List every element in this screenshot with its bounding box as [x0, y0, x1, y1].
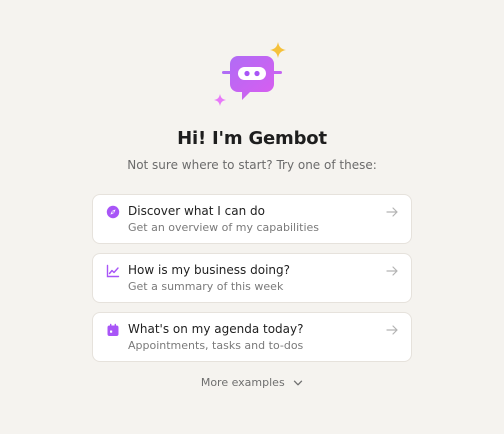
more-examples-button[interactable]: More examples [0, 376, 504, 389]
suggestion-card-agenda[interactable]: What's on my agenda today? Appointments,… [92, 312, 412, 362]
arrow-right-icon [386, 266, 398, 276]
suggestion-card-discover[interactable]: Discover what I can do Get an overview o… [92, 194, 412, 244]
page-subtitle: Not sure where to start? Try one of thes… [127, 158, 377, 172]
gembot-logo-icon [214, 42, 286, 106]
sparkle-icon [214, 94, 226, 106]
suggestion-card-business[interactable]: How is my business doing? Get a summary … [92, 253, 412, 303]
suggestion-description: Get a summary of this week [128, 280, 284, 293]
arrow-right-icon [386, 207, 398, 217]
suggestion-title: How is my business doing? [128, 263, 290, 277]
suggestion-description: Get an overview of my capabilities [128, 221, 320, 234]
chart-line-icon [106, 264, 120, 278]
calendar-icon [107, 323, 119, 336]
suggestion-title: What's on my agenda today? [128, 322, 304, 336]
welcome-screen: Hi! I'm Gembot Not sure where to start? … [0, 0, 504, 434]
page-title: Hi! I'm Gembot [177, 128, 327, 149]
chevron-down-icon [294, 380, 303, 386]
compass-icon [106, 205, 120, 219]
arrow-right-icon [386, 325, 398, 335]
suggestion-description: Appointments, tasks and to-dos [128, 339, 304, 352]
more-examples-label: More examples [200, 376, 285, 389]
sparkle-icon [270, 42, 286, 58]
suggestion-title: Discover what I can do [128, 204, 265, 218]
